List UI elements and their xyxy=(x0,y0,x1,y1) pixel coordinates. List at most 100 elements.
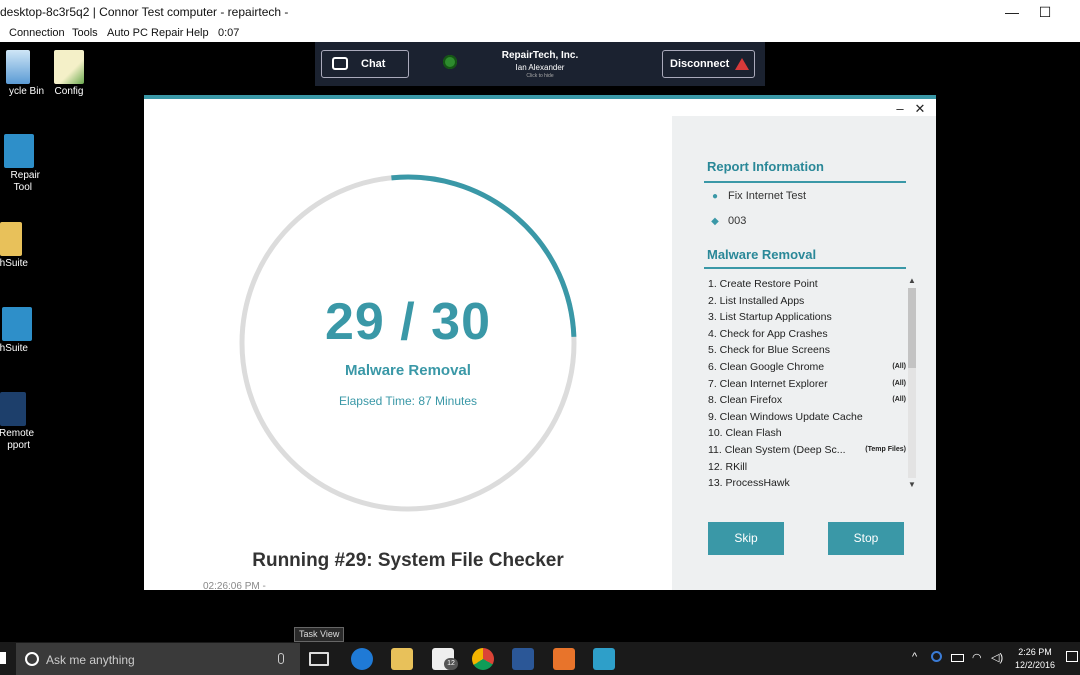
scroll-down-icon[interactable]: ▼ xyxy=(906,480,918,490)
step-label: 4. Check for App Crashes xyxy=(708,327,828,340)
remote-window-titlebar: desktop-8c3r5q2 | Connor Test computer -… xyxy=(0,0,1080,24)
remote-connection-bar: Chat RepairTech, Inc. Ian Alexander Clic… xyxy=(315,42,765,86)
progress-label: Malware Removal xyxy=(345,362,471,379)
report-info-title: Report Information xyxy=(707,159,824,174)
step-scope-tag: (Temp Files) xyxy=(865,445,906,453)
wifi-icon[interactable]: ◠ xyxy=(972,651,982,664)
repairtech-icon[interactable] xyxy=(593,648,615,670)
remote-window-title: desktop-8c3r5q2 | Connor Test computer -… xyxy=(0,5,289,19)
desktop-icon-remote-support[interactable]: Remote pport xyxy=(0,392,48,452)
task-view-tooltip: Task View xyxy=(294,627,345,642)
step-list-item[interactable]: 4. Check for App Crashes xyxy=(708,326,914,343)
warning-icon xyxy=(735,58,749,70)
step-label: 5. Check for Blue Screens xyxy=(708,344,830,357)
menu-help[interactable]: Help xyxy=(186,27,209,39)
running-timestamp: 02:26:06 PM - xyxy=(203,581,266,592)
step-label: 7. Clean Internet Explorer xyxy=(708,377,828,390)
app-minimize-button[interactable]: – xyxy=(892,101,908,117)
clock-date: 12/2/2016 xyxy=(1014,660,1056,670)
remote-support-icon xyxy=(0,392,26,426)
menu-connection[interactable]: Connection xyxy=(9,27,65,39)
menu-tools[interactable]: Tools xyxy=(72,27,98,39)
disconnect-button[interactable]: Disconnect xyxy=(662,50,755,78)
step-list-item[interactable]: 7. Clean Internet Explorer (All) xyxy=(708,376,914,393)
step-list-item[interactable]: 1. Create Restore Point xyxy=(708,276,914,293)
step-list-item[interactable]: 8. Clean Firefox (All) xyxy=(708,392,914,409)
clock-time: 2:26 PM xyxy=(1018,647,1052,657)
scroll-thumb[interactable] xyxy=(908,288,916,368)
step-list-scrollbar[interactable]: ▲ ▼ xyxy=(906,276,918,490)
desktop-icon-config[interactable]: Config xyxy=(34,50,104,98)
technician-info[interactable]: RepairTech, Inc. Ian Alexander Click to … xyxy=(485,50,595,79)
office-icon[interactable] xyxy=(553,648,575,670)
step-scope-tag: (All) xyxy=(892,362,906,370)
cortana-icon xyxy=(25,652,39,666)
search-box[interactable]: Ask me anything xyxy=(16,643,300,675)
step-label: 6. Clean Google Chrome xyxy=(708,360,825,373)
step-label: 12. RKill xyxy=(708,460,748,473)
edge-icon[interactable] xyxy=(351,648,373,670)
battery-icon[interactable] xyxy=(951,654,964,662)
step-list-item[interactable]: 9. Clean Windows Update Cache xyxy=(708,409,914,426)
report-name: Fix Internet Test xyxy=(728,190,807,202)
file-explorer-icon[interactable] xyxy=(391,648,413,670)
report-pane: Report Information ● Fix Internet Test ◆ 0… xyxy=(672,116,936,590)
ticket-number: 003 xyxy=(728,215,747,227)
step-list-item[interactable]: 10. Clean Flash xyxy=(708,425,914,442)
powershell-icon[interactable] xyxy=(512,648,534,670)
clock[interactable]: 2:26 PM 12/2/2016 xyxy=(1012,646,1058,672)
chat-button[interactable]: Chat xyxy=(321,50,409,78)
scroll-track[interactable] xyxy=(908,288,916,478)
step-list[interactable]: 1. Create Restore Point 2. List Installed… xyxy=(708,276,914,488)
techsuite-icon xyxy=(2,307,32,341)
step-label: 3. List Startup Applications xyxy=(708,311,832,324)
desktop-icon-repair-tool[interactable]: Repair Tool xyxy=(0,134,48,194)
progress-count: 29 / 30 xyxy=(324,293,492,351)
step-label: 10. Clean Flash xyxy=(708,427,782,440)
mail-icon[interactable]: 12 xyxy=(432,648,458,670)
folder-icon xyxy=(0,222,22,256)
microphone-icon[interactable] xyxy=(278,653,284,664)
step-label: 8. Clean Firefox xyxy=(708,394,783,407)
step-list-item[interactable]: 11. Clean System (Deep Sc... (Temp Files) xyxy=(708,442,914,459)
progress-pane: 29 / 30 Malware Removal Elapsed Time: 87… xyxy=(144,116,672,592)
search-placeholder: Ask me anything xyxy=(46,653,135,667)
step-list-item[interactable]: 12. RKill xyxy=(708,459,914,476)
scroll-up-icon[interactable]: ▲ xyxy=(906,276,918,286)
start-button[interactable] xyxy=(0,652,6,664)
step-list-item[interactable]: 3. List Startup Applications xyxy=(708,309,914,326)
connection-status-icon xyxy=(443,55,457,69)
report-name-row: ● Fix Internet Test xyxy=(710,190,806,206)
task-view-icon[interactable] xyxy=(309,652,329,666)
skip-button[interactable]: Skip xyxy=(708,522,784,555)
volume-icon[interactable]: ◁) xyxy=(991,651,1003,664)
ticket-row: ◆ 003 xyxy=(710,215,746,231)
desktop-icon-techsuite[interactable]: hSuite xyxy=(0,307,48,355)
step-scope-tag: (All) xyxy=(892,396,906,404)
desktop-icon-folder[interactable]: hSuite xyxy=(0,222,48,270)
taskbar: Ask me anything 12 ^ ◠ ◁) 2:26 PM 12/2/2… xyxy=(0,642,1080,675)
repair-app-window: – ✕ 29 / 30 Malware Removal Elapsed Time… xyxy=(144,95,936,592)
show-hidden-icons-icon[interactable]: ^ xyxy=(912,651,917,663)
step-list-item[interactable]: 13. ProcessHawk xyxy=(708,475,914,488)
step-label: 2. List Installed Apps xyxy=(708,294,805,307)
steps-divider xyxy=(704,267,906,269)
step-scope-tag: (All) xyxy=(892,379,906,387)
remote-menubar: Connection Tools Auto PC Repair Help 0:0… xyxy=(0,24,1080,42)
step-list-item[interactable]: 2. List Installed Apps xyxy=(708,293,914,310)
step-label: 1. Create Restore Point xyxy=(708,278,818,290)
menu-auto-pc-repair[interactable]: Auto PC Repair xyxy=(107,27,183,39)
maximize-button[interactable]: ☐ xyxy=(1025,2,1065,22)
action-center-icon[interactable] xyxy=(1066,651,1078,662)
app-close-button[interactable]: ✕ xyxy=(912,101,928,117)
chrome-icon[interactable] xyxy=(472,648,494,670)
steps-title: Malware Removal xyxy=(707,247,817,262)
stop-button[interactable]: Stop xyxy=(828,522,904,555)
elapsed-time: Elapsed Time: 87 Minutes xyxy=(338,394,478,408)
tag-icon: ◆ xyxy=(711,216,719,227)
step-list-item[interactable]: 6. Clean Google Chrome (All) xyxy=(708,359,914,376)
step-label: 13. ProcessHawk xyxy=(708,477,790,488)
sync-icon[interactable] xyxy=(931,651,942,662)
report-info-divider xyxy=(704,181,906,183)
step-list-item[interactable]: 5. Check for Blue Screens xyxy=(708,342,914,359)
